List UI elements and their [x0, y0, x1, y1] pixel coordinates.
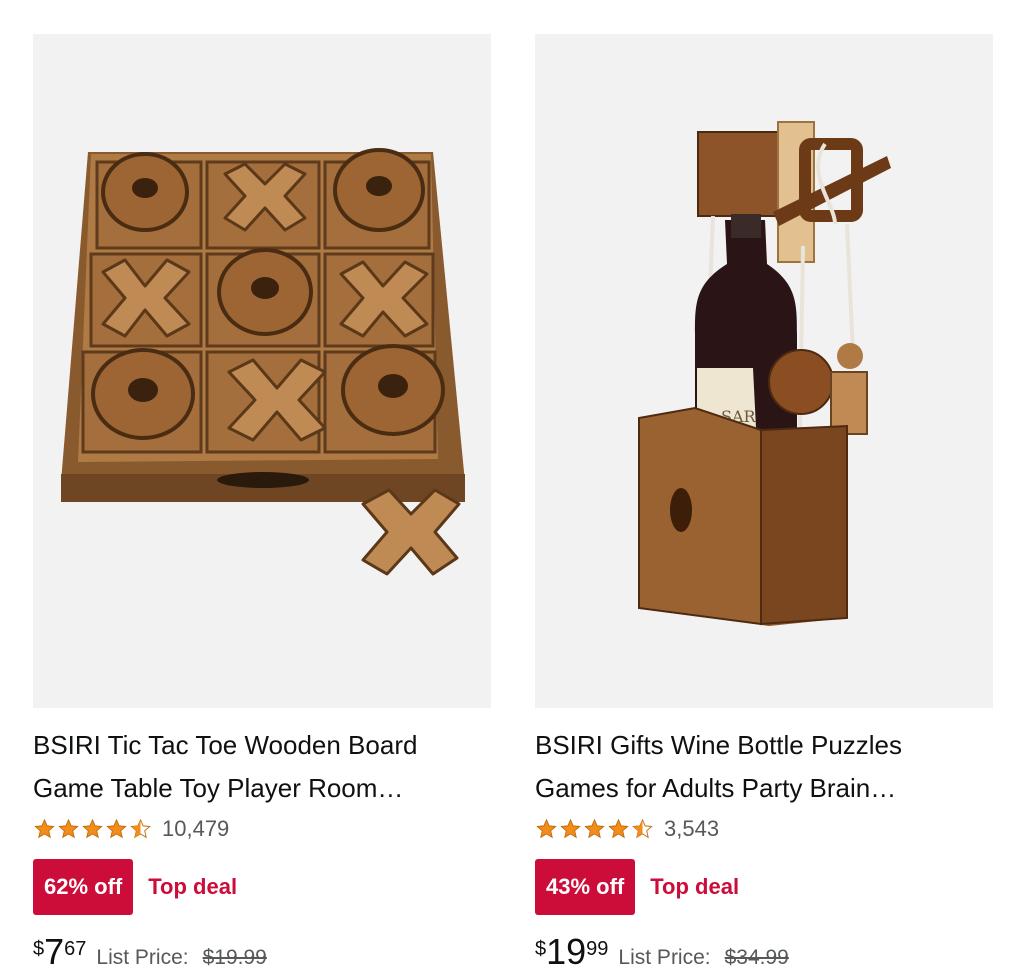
product-image-wine-puzzle[interactable]: SAR	[535, 34, 993, 708]
rating-count[interactable]: 3,543	[664, 816, 719, 842]
star-full-icon	[34, 818, 55, 839]
product-card[interactable]: BSIRI Tic Tac Toe Wooden Board Game Tabl…	[33, 34, 491, 976]
price-fraction: 67	[64, 938, 87, 960]
deal-label: Top deal	[148, 874, 238, 899]
product-title[interactable]: BSIRI Gifts Wine Bottle Puzzles Games fo…	[535, 724, 975, 810]
rating-count[interactable]: 10,479	[162, 816, 229, 842]
rating-row[interactable]: 3,543	[535, 812, 993, 846]
star-half-icon	[130, 818, 151, 839]
price-whole: 7	[44, 931, 65, 972]
discount-badge: 62% off	[33, 859, 134, 915]
star-full-icon	[106, 818, 127, 839]
list-price: $19.99	[202, 946, 267, 969]
deal-row: 43% off Top deal	[535, 858, 993, 916]
price-row: $ 7 67 List Price: $19.99	[33, 932, 491, 976]
product-image-tic-tac-toe[interactable]	[33, 34, 491, 708]
star-full-icon	[536, 818, 557, 839]
star-full-icon	[58, 818, 79, 839]
deal-label: Top deal	[650, 874, 740, 899]
deal-row: 62% off Top deal	[33, 858, 491, 916]
product-card[interactable]: SAR BSIRI Gifts Wine Bottle Puzzles Game…	[535, 34, 993, 976]
star-full-icon	[560, 818, 581, 839]
star-rating	[33, 818, 152, 840]
tic-tac-toe-board-image	[61, 148, 465, 576]
price-row: $ 19 99 List Price: $34.99	[535, 932, 993, 976]
price-whole: 19	[546, 931, 587, 972]
star-full-icon	[584, 818, 605, 839]
star-rating	[535, 818, 654, 840]
price-currency: $	[535, 938, 547, 960]
list-price: $34.99	[724, 946, 789, 969]
star-half-icon	[632, 818, 653, 839]
discount-badge: 43% off	[535, 859, 636, 915]
product-title[interactable]: BSIRI Tic Tac Toe Wooden Board Game Tabl…	[33, 724, 473, 810]
list-price-label: List Price:	[96, 946, 189, 969]
star-full-icon	[82, 818, 103, 839]
price-fraction: 99	[586, 938, 609, 960]
rating-row[interactable]: 10,479	[33, 812, 491, 846]
wine-bottle-puzzle-image: SAR	[638, 121, 891, 626]
star-full-icon	[608, 818, 629, 839]
list-price-label: List Price:	[618, 946, 711, 969]
price-currency: $	[33, 938, 45, 960]
